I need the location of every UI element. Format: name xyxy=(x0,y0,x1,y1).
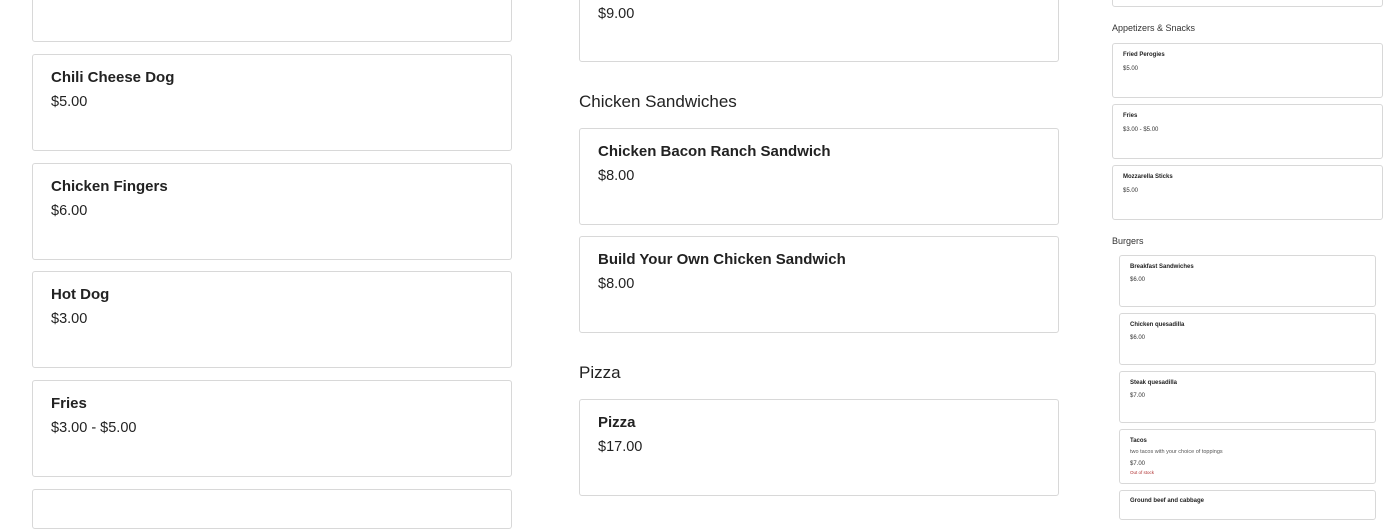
item-price: $5.00 xyxy=(1123,66,1139,72)
menu-item-card[interactable]: Pizza $17.00 xyxy=(579,399,1059,496)
item-name: Fries xyxy=(1123,113,1138,119)
menu-item-card[interactable]: Tacos two tacos with your choice of topp… xyxy=(1119,429,1376,484)
item-name: Breakfast Sandwiches xyxy=(1130,264,1194,270)
section-title-appetizers: Appetizers & Snacks xyxy=(1112,23,1196,33)
item-name: Fries xyxy=(51,395,87,412)
section-title-chicken-sandwiches: Chicken Sandwiches xyxy=(579,92,737,111)
menu-item-card[interactable]: $9.00 xyxy=(579,0,1059,62)
item-price: $8.00 xyxy=(598,276,635,292)
item-price: $3.00 - $5.00 xyxy=(51,420,137,436)
item-description: two tacos with your choice of toppings xyxy=(1130,449,1223,455)
item-name: Chicken Bacon Ranch Sandwich xyxy=(598,143,831,160)
item-price: $6.00 xyxy=(51,203,88,219)
menu-item-card[interactable]: Chicken Bacon Ranch Sandwich $8.00 xyxy=(579,128,1059,225)
item-price: $6.00 xyxy=(1130,277,1146,283)
item-name: Chili Cheese Dog xyxy=(51,69,175,86)
item-name: Build Your Own Chicken Sandwich xyxy=(598,251,846,268)
menu-item-card[interactable]: Fries $3.00 - $5.00 xyxy=(1112,104,1383,159)
item-name: Tacos xyxy=(1130,438,1147,444)
item-price: $3.00 - $5.00 xyxy=(1123,127,1159,133)
menu-item-card[interactable]: Fries $3.00 - $5.00 xyxy=(32,380,512,477)
item-name: Chicken quesadilla xyxy=(1130,322,1185,328)
item-name: Ground beef and cabbage xyxy=(1130,498,1205,504)
menu-item-card[interactable]: Chicken quesadilla $6.00 xyxy=(1119,313,1376,365)
menu-item-card[interactable] xyxy=(32,489,512,529)
menu-item-card[interactable]: Hot Dog $3.00 xyxy=(32,271,512,368)
item-price: $5.00 xyxy=(1123,188,1139,194)
item-price: $7.00 xyxy=(1130,393,1146,399)
item-name: Fried Perogies xyxy=(1123,52,1165,58)
item-name: Steak quesadilla xyxy=(1130,380,1178,386)
item-name: Chicken Fingers xyxy=(51,178,168,195)
item-price: $8.00 xyxy=(598,168,635,184)
item-price: $5.00 xyxy=(51,94,88,110)
item-price: $7.00 xyxy=(1130,461,1146,467)
menu-item-card[interactable]: Steak quesadilla $7.00 xyxy=(1119,371,1376,423)
item-price: $9.00 xyxy=(598,6,635,22)
section-title-burgers: Burgers xyxy=(1112,236,1144,246)
item-name: Hot Dog xyxy=(51,286,110,303)
menu-item-card[interactable] xyxy=(32,0,512,42)
menu-item-card[interactable]: Fried Perogies $5.00 xyxy=(1112,43,1383,98)
menu-item-card[interactable]: Ground beef and cabbage xyxy=(1119,490,1376,520)
menu-item-card[interactable]: Breakfast Sandwiches $6.00 xyxy=(1119,255,1376,307)
section-title-pizza: Pizza xyxy=(579,363,621,382)
item-name: Pizza xyxy=(598,414,636,431)
menu-item-card[interactable] xyxy=(1112,0,1383,7)
menu-item-card[interactable]: Build Your Own Chicken Sandwich $8.00 xyxy=(579,236,1059,333)
menu-item-card[interactable]: Chili Cheese Dog $5.00 xyxy=(32,54,512,151)
out-of-stock-label: Out of stock xyxy=(1130,470,1155,475)
menu-item-card[interactable]: Mozzarella Sticks $5.00 xyxy=(1112,165,1383,220)
menu-item-card[interactable]: Chicken Fingers $6.00 xyxy=(32,163,512,260)
item-name: Mozzarella Sticks xyxy=(1123,174,1173,180)
item-price: $17.00 xyxy=(598,439,643,455)
item-price: $3.00 xyxy=(51,311,88,327)
item-price: $6.00 xyxy=(1130,335,1146,341)
